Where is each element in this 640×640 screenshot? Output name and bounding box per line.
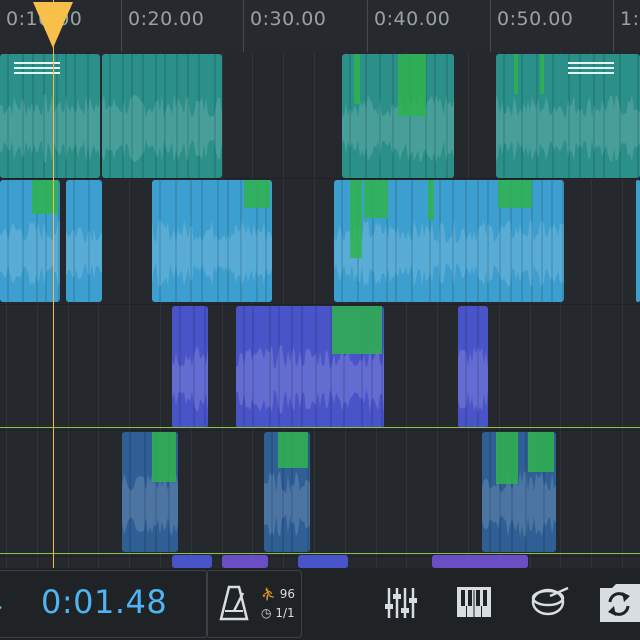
playhead-handle[interactable] [33,2,73,48]
audio-clip[interactable] [264,432,310,552]
running-figure-icon: ⛹ [261,587,276,601]
clip-region-marker [32,180,58,214]
ruler-label: 0:50.00 [497,8,574,30]
audio-clip[interactable] [172,306,208,428]
clock-icon: ◷ [261,606,272,620]
waveform [458,306,488,428]
audio-clip[interactable] [342,54,454,178]
ruler-label: 0:30.00 [250,8,327,30]
metronome-panel[interactable]: ⛹ 96 ◷ 1/1 [206,570,302,638]
clip-region-marker [540,54,544,94]
drum-icon[interactable] [530,586,570,620]
audio-clip[interactable] [482,432,556,552]
waveform [66,180,102,302]
audio-clip[interactable] [636,180,640,302]
clip-region-marker [514,54,518,94]
ruler-tick [243,0,244,52]
tracks-area[interactable] [0,52,640,568]
audio-clip[interactable] [334,180,564,302]
tempo-text: 96 [279,587,296,601]
audio-clip[interactable] [66,180,102,302]
audio-clip[interactable] [172,555,212,568]
playhead-line[interactable] [53,0,54,568]
piano-keyboard-icon[interactable] [456,586,492,618]
ruler-label: 0:40.00 [374,8,451,30]
clip-region-marker [278,432,308,468]
clip-region-marker [398,54,426,116]
ruler-tick [121,0,122,52]
loop-refresh-icon[interactable] [598,582,640,622]
clip-handle[interactable] [568,62,614,78]
clip-region-marker [244,180,270,208]
clip-region-marker [498,180,532,208]
mixer-sliders-icon[interactable] [384,586,418,620]
clip-region-marker [350,180,362,258]
audio-clip[interactable] [458,306,488,428]
audio-clip[interactable] [0,54,100,178]
track-1[interactable] [0,52,640,179]
audio-clip[interactable] [0,180,60,302]
audio-clip[interactable] [222,555,268,568]
audio-clip[interactable] [122,432,178,552]
ruler-tick [367,0,368,52]
clip-region-marker [528,432,554,472]
audio-clip[interactable] [298,555,348,568]
clip-region-marker [152,432,176,482]
track-2[interactable] [0,178,640,305]
clip-region-marker [354,54,360,104]
clip-region-marker [496,432,518,484]
audio-clip[interactable] [496,54,640,178]
waveform [102,54,222,178]
ruler-tick [490,0,491,52]
clip-region-marker [364,180,388,218]
clip-region-marker [428,180,434,220]
track-divider [0,427,640,428]
position-arrows-icon: ↔ [0,601,2,614]
audio-clip[interactable] [432,555,528,568]
clip-region-marker [332,306,382,354]
ruler-label: 1:00 [620,8,640,30]
metronome-icon [219,585,249,621]
track-4[interactable] [0,430,640,557]
timeline-ruler[interactable]: 0:10.00 0:20.00 0:30.00 0:40.00 0:50.00 … [0,0,640,53]
track-divider [0,553,640,554]
track-3[interactable] [0,304,640,431]
ruler-label: 0:20.00 [128,8,205,30]
time-display: 0:01.48 [41,583,168,621]
meter-value: ◷ 1/1 [261,606,295,620]
audio-clip[interactable] [102,54,222,178]
audio-clip[interactable] [152,180,272,302]
ruler-tick [613,0,614,52]
transport-bar: ↔ 0:01.48 ⛹ 96 ◷ 1/1 [0,568,640,640]
meter-text: 1/1 [275,606,295,620]
waveform [172,306,208,428]
time-display-panel[interactable]: ↔ 0:01.48 [0,570,208,638]
tempo-value: ⛹ 96 [261,587,295,601]
audio-clip[interactable] [236,306,384,428]
